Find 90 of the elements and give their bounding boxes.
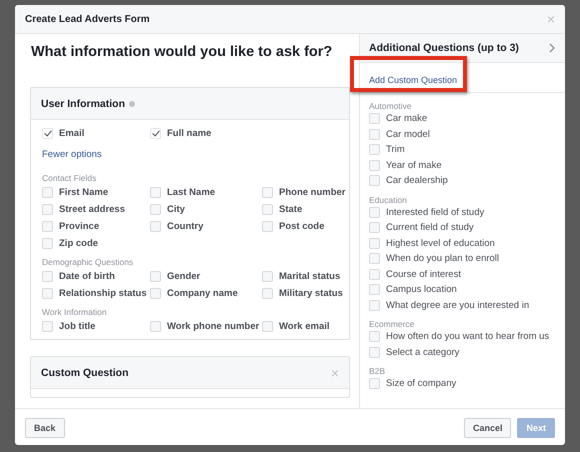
checkbox[interactable] [369,253,380,264]
checkbox-label: Phone number [279,187,346,198]
checkbox[interactable] [42,187,53,198]
checkbox[interactable] [369,113,380,124]
checkbox[interactable] [369,268,380,280]
checkbox-label: Year of make [386,160,442,171]
checkbox[interactable] [42,238,53,249]
checkbox[interactable] [42,271,53,282]
checkbox-label: Relationship status [59,288,147,299]
checkbox[interactable] [369,378,380,390]
group-label: Work Information [42,307,108,317]
checkbox-label: Country [167,221,204,232]
category-label: B2B [369,366,386,376]
checkbox-label: Marital status [279,271,340,282]
checkbox[interactable] [262,271,273,282]
checkbox[interactable] [150,187,161,198]
checkbox[interactable] [42,128,53,139]
checkbox-label: Work email [279,321,330,332]
checkbox[interactable] [369,238,380,249]
checkbox[interactable] [369,144,380,156]
checkbox[interactable] [262,187,273,198]
checkbox[interactable] [369,222,380,234]
checkbox[interactable] [150,271,161,282]
checkbox-label: Date of birth [59,271,115,282]
checkbox-label: Last Name [167,187,216,198]
back-button[interactable]: Back [25,418,65,438]
checkbox[interactable] [150,128,161,139]
checkbox-label: Post code [279,221,324,232]
checkbox[interactable] [262,221,273,232]
category-label: Ecommerce [369,319,416,329]
checkbox-label: Select a category [386,346,460,358]
panel-title: Additional Questions (up to 3) [369,42,519,54]
category-label: Automotive [369,101,413,111]
category-label: Education [369,194,408,204]
checkbox[interactable] [150,321,161,332]
checkbox-label: Zip code [59,238,98,249]
checkbox-label: Car dealership [386,175,448,186]
checkbox-label: Full name [167,128,212,139]
add-custom-question-link[interactable]: Add Custom Question [369,75,458,85]
checkbox[interactable] [42,288,53,299]
checkbox-label: Size of company [386,378,456,390]
checkbox-label: Interested field of study [386,206,484,218]
checkbox-label: Street address [59,204,126,215]
checkbox-label: Military status [279,288,343,299]
checkbox-label: When do you plan to enroll [386,253,500,264]
checkbox[interactable] [262,288,273,299]
checkbox-label: Province [59,221,100,232]
checkbox-label: Work phone number [167,321,260,332]
checkbox-label: Job title [59,321,96,332]
checkbox-label: What degree are you interested in [386,300,530,311]
checkbox-label: City [167,204,185,215]
checkbox[interactable] [369,206,380,218]
group-label: Demographic Questions [42,257,134,267]
checkbox-label: Current field of study [386,222,474,234]
checkbox-label: Highest level of education [386,238,495,249]
checkbox[interactable] [369,300,380,311]
checkbox-label: Gender [167,271,200,282]
checkbox[interactable] [42,204,53,215]
checkbox[interactable] [369,331,380,342]
checkbox-label: Company name [167,288,238,299]
checkbox[interactable] [262,204,273,215]
info-icon[interactable] [129,100,136,106]
checkbox[interactable] [369,160,380,171]
fewer-options-link[interactable]: Fewer options [42,149,102,160]
dialog-title: Create Lead Adverts Form [25,14,150,24]
card-title: Custom Question [41,366,129,378]
checkbox-label: How often do you want to hear from us [386,331,550,342]
card-title: User Information [41,98,126,110]
group-label: Contact Fields [42,173,98,183]
chevron-right-icon[interactable] [549,43,555,53]
checkbox-label: Car make [386,113,428,124]
checkbox[interactable] [42,321,53,332]
checkbox-label: State [279,204,302,215]
checkbox[interactable] [262,321,273,332]
checkbox[interactable] [369,128,380,140]
checkbox-label: Course of interest [386,268,461,280]
checkbox[interactable] [150,204,161,215]
checkbox[interactable] [150,288,161,299]
section-heading: What information would you like to ask for? [31,44,334,60]
checkbox[interactable] [369,284,380,296]
checkbox[interactable] [369,346,380,358]
checkbox[interactable] [150,221,161,232]
checkbox-label: Campus location [386,284,457,296]
checkbox-label: Car model [386,128,430,140]
checkbox-label: First Name [59,187,108,198]
checkbox[interactable] [42,221,53,232]
checkbox[interactable] [369,175,380,186]
cancel-button[interactable]: Cancel [464,418,512,438]
checkbox-label: Trim [386,144,405,156]
checkbox-label: Email [59,128,84,139]
